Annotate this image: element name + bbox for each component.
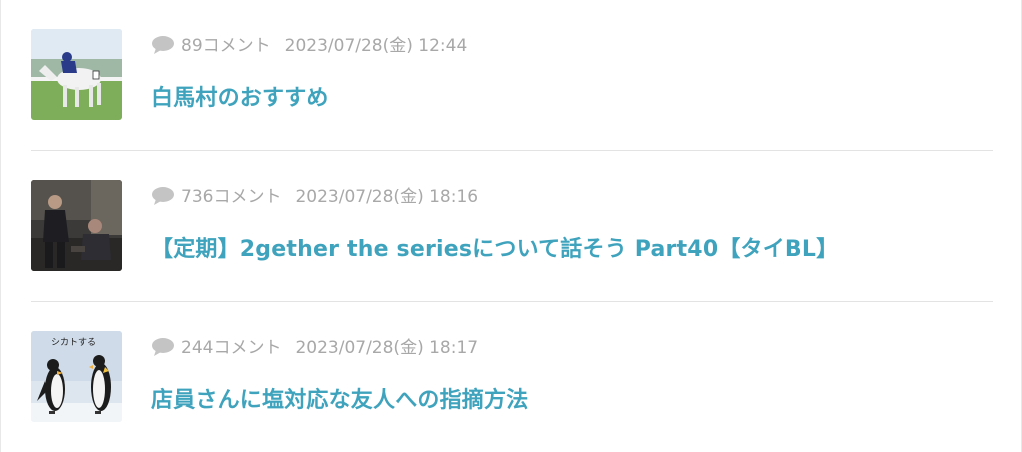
post-datetime: 2023/07/28(金) 18:17: [295, 337, 479, 358]
comment-icon: [151, 337, 175, 357]
thread-title-link[interactable]: 店員さんに塩対応な友人への指摘方法: [151, 382, 528, 414]
thread-list-panel: 89コメント 2023/07/28(金) 12:44 白馬村のおすすめ 736コ…: [0, 0, 1022, 452]
post-datetime: 2023/07/28(金) 18:16: [295, 186, 479, 207]
thread-item: 89コメント 2023/07/28(金) 12:44 白馬村のおすすめ: [31, 0, 993, 151]
post-datetime: 2023/07/28(金) 12:44: [284, 35, 468, 56]
thread-thumbnail-men[interactable]: [31, 180, 122, 271]
thread-thumbnail-penguins[interactable]: シカトする: [31, 331, 122, 422]
comment-count: 89コメント: [181, 35, 271, 56]
thread-title-link[interactable]: 【定期】2gether the seriesについて話そう Part40【タイB…: [151, 231, 838, 263]
thread-thumbnail-horse[interactable]: [31, 29, 122, 120]
thread-item: シカトする 244コメント 2023/07/28(金) 18:17 店員さんに塩…: [31, 302, 993, 452]
thread-meta: 244コメント 2023/07/28(金) 18:17: [151, 333, 479, 358]
thread-title-link[interactable]: 白馬村のおすすめ: [151, 80, 329, 112]
thumbnail-caption: シカトする: [51, 337, 96, 348]
thread-meta: 736コメント 2023/07/28(金) 18:16: [151, 182, 479, 207]
comment-icon: [151, 186, 175, 206]
comment-count: 736コメント: [181, 186, 282, 207]
comment-count: 244コメント: [181, 337, 282, 358]
comment-icon: [151, 35, 175, 55]
thread-meta: 89コメント 2023/07/28(金) 12:44: [151, 31, 468, 56]
thread-item: 736コメント 2023/07/28(金) 18:16 【定期】2gether …: [31, 151, 993, 302]
